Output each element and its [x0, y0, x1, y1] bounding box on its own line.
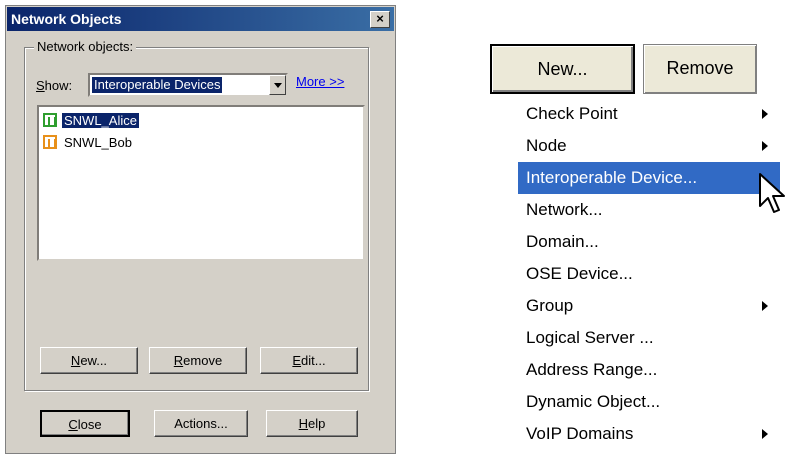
more-link[interactable]: More >>	[296, 74, 344, 89]
chevron-down-icon[interactable]	[269, 75, 286, 95]
list-item-snwl-bob[interactable]: SNWL_Bob	[43, 133, 134, 151]
show-label: Show:	[36, 78, 73, 93]
chevron-right-icon	[762, 429, 768, 439]
menu-item-voip-domains[interactable]: VoIP Domains	[518, 418, 780, 450]
menu-item-group[interactable]: Group	[518, 290, 780, 322]
menu-item-ose-device[interactable]: OSE Device...	[518, 258, 780, 290]
menu-item-check-point[interactable]: Check Point	[518, 98, 780, 130]
menu-item-logical-server[interactable]: Logical Server ...	[518, 322, 780, 354]
mouse-pointer-icon	[759, 173, 785, 213]
help-button[interactable]: Help	[266, 410, 358, 437]
dialog-title: Network Objects	[11, 11, 122, 27]
remove-button-large[interactable]: Remove	[643, 44, 757, 94]
chevron-right-icon	[762, 301, 768, 311]
remove-button[interactable]: Remove	[149, 347, 247, 374]
new-button[interactable]: New...	[40, 347, 138, 374]
edit-button[interactable]: Edit...	[260, 347, 358, 374]
menu-item-address-range[interactable]: Address Range...	[518, 354, 780, 386]
interoperable-device-icon	[43, 135, 57, 149]
list-item-snwl-alice[interactable]: SNWL_Alice	[43, 111, 139, 129]
menu-item-interoperable-device[interactable]: Interoperable Device...	[518, 162, 780, 194]
objects-list[interactable]: SNWL_Alice SNWL_Bob	[37, 105, 365, 261]
chevron-right-icon	[762, 141, 768, 151]
close-button[interactable]: Close	[40, 410, 130, 437]
group-label: Network objects:	[34, 39, 137, 54]
menu-item-node[interactable]: Node	[518, 130, 780, 162]
close-icon[interactable]: ×	[370, 11, 390, 28]
show-dropdown[interactable]: Interoperable Devices	[88, 73, 288, 97]
new-button-large[interactable]: New...	[490, 44, 635, 94]
chevron-right-icon	[762, 109, 768, 119]
menu-item-network[interactable]: Network...	[518, 194, 780, 226]
show-dropdown-value: Interoperable Devices	[92, 77, 223, 93]
title-bar[interactable]: Network Objects ×	[7, 7, 394, 31]
interoperable-device-icon	[43, 113, 57, 127]
menu-item-dynamic-object[interactable]: Dynamic Object...	[518, 386, 780, 418]
menu-item-domain[interactable]: Domain...	[518, 226, 780, 258]
actions-button[interactable]: Actions...	[154, 410, 248, 437]
